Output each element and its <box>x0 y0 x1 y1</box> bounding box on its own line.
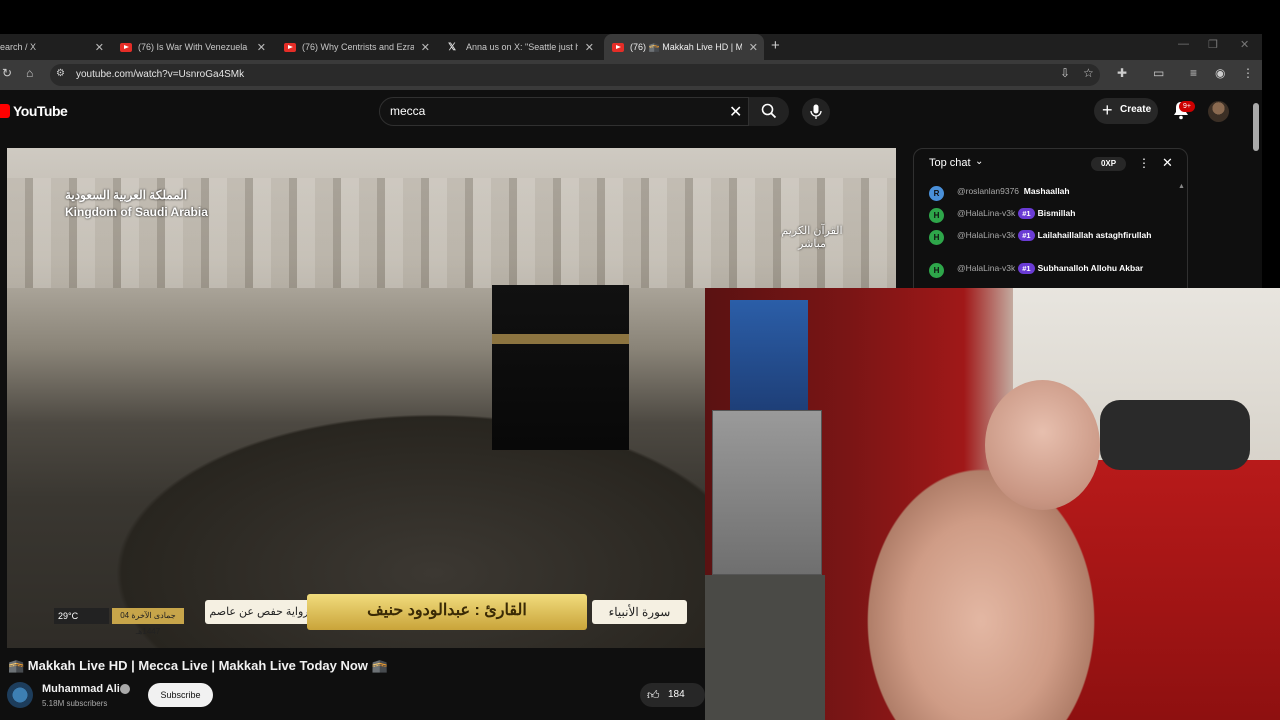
home-icon[interactable]: ⌂ <box>26 66 33 80</box>
overlay-country: Kingdom of Saudi Arabia <box>65 205 208 219</box>
chat-message: H @HalaLina-v3k #1 Lailahaillallah astaghf… <box>929 230 1169 245</box>
chat-text: Mashaallah <box>1023 186 1070 196</box>
webcam-box <box>730 300 808 410</box>
create-label: Create <box>1120 104 1152 115</box>
ticker-narration: رواية حفص عن عاصم <box>205 600 313 624</box>
clear-search-icon[interactable]: ✕ <box>729 102 742 122</box>
x-icon: 𝕏 <box>448 41 457 53</box>
url-text[interactable]: youtube.com/watch?v=UsnroGa4SMk <box>76 69 244 80</box>
notifications-badge: 9+ <box>1179 101 1195 112</box>
chat-close-icon[interactable]: ✕ <box>1162 155 1173 171</box>
sidebar-icon[interactable]: ▭ <box>1153 66 1164 80</box>
youtube-icon <box>120 42 132 52</box>
chat-message: H @HalaLina-v3k #1 Subhanalloh Allohu Akba… <box>929 263 1169 278</box>
minimize-icon[interactable]: — <box>1178 38 1189 50</box>
channel-avatar[interactable] <box>7 682 33 708</box>
search-input[interactable] <box>379 97 749 126</box>
chat-username[interactable]: @HalaLina-v3k <box>957 208 1015 218</box>
chat-scroll-up-icon[interactable]: ▲ <box>1178 183 1185 190</box>
subscribe-button[interactable]: Subscribe <box>148 683 213 707</box>
chat-more-icon[interactable]: ⋮ <box>1138 156 1150 170</box>
maximize-icon[interactable]: ❐ <box>1208 38 1218 51</box>
screen-top-strip <box>0 0 1280 34</box>
reload-icon[interactable]: ↻ <box>2 66 12 80</box>
chat-username[interactable]: @roslanlan9376 <box>957 186 1019 196</box>
kaaba-image <box>492 285 629 450</box>
menu-kebab-icon[interactable]: ⋮ <box>1242 66 1254 80</box>
tab-x-anna[interactable]: 𝕏 Anna us on X: "Seattle just han ✕ <box>440 34 600 60</box>
tab-title: (76) 🕋 Makkah Live HD | Mec <box>630 41 742 52</box>
chat-text: Bismillah <box>1037 208 1076 218</box>
tab-title: earch / X <box>0 42 37 52</box>
webcam-person-head <box>985 380 1100 510</box>
tab-x-search[interactable]: earch / X ✕ <box>0 34 110 60</box>
youtube-logo-text[interactable]: YouTube <box>13 103 68 119</box>
thumbs-up-icon: 👍︎ <box>647 688 660 702</box>
tab-title: (76) Is War With Venezuela INE <box>138 42 250 52</box>
chat-text: Lailahaillallah astaghfirullah <box>1037 230 1152 240</box>
search-icon <box>761 103 777 119</box>
ticker-temperature: 29°C <box>54 608 109 624</box>
youtube-logo-icon[interactable] <box>0 104 10 118</box>
site-info-icon[interactable]: ⚙ <box>56 68 65 79</box>
video-title: 🕋 Makkah Live HD | Mecca Live | Makkah L… <box>8 658 388 673</box>
profile-icon[interactable]: ◉ <box>1215 66 1225 80</box>
chat-member-badge: #1 <box>1018 230 1035 241</box>
chevron-down-icon[interactable]: ⌄ <box>975 156 983 167</box>
chat-message: R @roslanlan9376 Mashaallah <box>929 186 1169 201</box>
chat-message: H @HalaLina-v3k #1 Bismillah <box>929 208 1169 223</box>
channel-name[interactable]: Muhammad Ali <box>42 683 120 695</box>
window-edge <box>1262 34 1280 288</box>
close-icon[interactable]: ✕ <box>749 41 758 54</box>
search-value[interactable]: mecca <box>390 104 425 118</box>
overlay-channel-logo: القرآن الكريم مباشر <box>781 225 843 250</box>
close-icon[interactable]: ✕ <box>421 41 430 54</box>
new-tab-button[interactable]: + <box>771 37 780 54</box>
overlay-country-arabic: المملكة العربية السعودية <box>65 188 188 202</box>
search-button[interactable] <box>749 97 789 126</box>
kaaba-gold-band <box>492 334 629 344</box>
close-icon[interactable]: ✕ <box>257 41 266 54</box>
ticker-reader: القارئ : عبدالودود حنيف <box>367 602 527 619</box>
tab-youtube-makkah[interactable]: (76) 🕋 Makkah Live HD | Mec ✕ <box>604 34 764 60</box>
chat-mode-dropdown[interactable]: Top chat <box>929 157 971 169</box>
close-window-icon[interactable]: ✕ <box>1240 38 1249 51</box>
media-controls-icon[interactable]: ≡ <box>1190 66 1197 80</box>
account-avatar[interactable] <box>1208 101 1229 122</box>
verified-check-icon <box>120 684 130 694</box>
chat-avatar: H <box>929 208 944 223</box>
like-count: 184 <box>668 689 685 700</box>
scrollbar-thumb[interactable] <box>1253 103 1259 151</box>
chat-username[interactable]: @HalaLina-v3k <box>957 263 1015 273</box>
chat-avatar: H <box>929 263 944 278</box>
close-icon[interactable]: ✕ <box>95 41 104 54</box>
youtube-icon <box>284 42 296 52</box>
chat-avatar: R <box>929 186 944 201</box>
tab-title: (76) Why Centrists and Ezra Kle <box>302 42 414 52</box>
chat-member-badge: #1 <box>1018 263 1035 274</box>
subscriber-count: 5.18M subscribers <box>42 699 108 708</box>
tab-title: Anna us on X: "Seattle just han <box>466 42 578 52</box>
install-app-icon[interactable]: ⇩ <box>1060 66 1070 80</box>
microphone-icon <box>810 104 822 119</box>
bookmark-star-icon[interactable]: ☆ <box>1083 66 1094 80</box>
voice-search-button[interactable] <box>802 98 830 126</box>
ticker-surah: سورة الأنبياء <box>592 600 687 624</box>
chat-avatar: H <box>929 230 944 245</box>
tab-youtube-centrists[interactable]: (76) Why Centrists and Ezra Kle ✕ <box>276 34 436 60</box>
ticker-hijri-date: 04 جمادى الآخرة 1447هـ <box>112 608 184 636</box>
tab-youtube-venezuela[interactable]: (76) Is War With Venezuela INE ✕ <box>112 34 272 60</box>
chat-text: Subhanalloh Allohu Akbar <box>1037 263 1144 273</box>
plus-icon: + <box>1102 100 1113 120</box>
close-icon[interactable]: ✕ <box>585 41 594 54</box>
chat-username[interactable]: @HalaLina-v3k <box>957 230 1015 240</box>
youtube-icon <box>612 42 624 52</box>
chat-xp-badge[interactable]: 0XP <box>1091 157 1126 171</box>
extensions-icon[interactable]: ✚ <box>1117 66 1127 80</box>
chat-member-badge: #1 <box>1018 208 1035 219</box>
tab-bar: earch / X ✕ (76) Is War With Venezuela I… <box>0 34 1262 60</box>
